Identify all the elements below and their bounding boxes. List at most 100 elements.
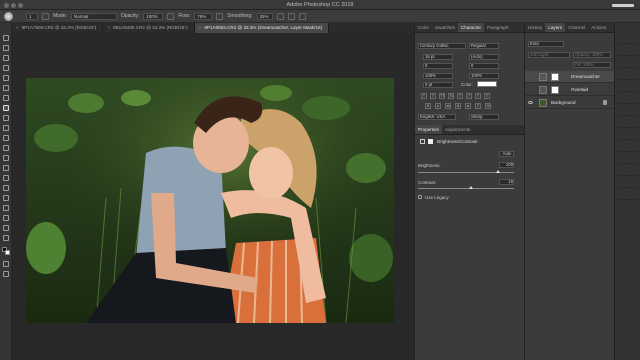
fractions-icon[interactable]: ½ xyxy=(485,103,491,109)
collapsed-panel-button[interactable] xyxy=(618,95,638,104)
tab-layers[interactable]: Layers xyxy=(545,23,566,32)
contrast-slider-knob[interactable] xyxy=(469,186,473,189)
move-tool-icon[interactable] xyxy=(3,35,9,41)
hand-tool-icon[interactable] xyxy=(3,215,9,221)
layer-mask-thumbnail[interactable] xyxy=(551,73,559,81)
eraser-tool-icon[interactable] xyxy=(3,135,9,141)
all-caps-icon[interactable]: TT xyxy=(439,93,445,99)
tab-character[interactable]: Character xyxy=(457,23,485,32)
auto-button[interactable]: Auto xyxy=(499,151,514,157)
gradient-tool-icon[interactable] xyxy=(3,145,9,151)
layer-opacity-field[interactable]: Opacity: 100% xyxy=(573,52,611,58)
smoothing-field[interactable]: 25% xyxy=(256,12,273,20)
collapsed-panel-button[interactable] xyxy=(618,191,638,200)
tab-channels[interactable]: Channel xyxy=(565,23,588,32)
pressure-opacity-icon[interactable] xyxy=(167,12,175,20)
zoom-tool-icon[interactable] xyxy=(3,225,9,231)
close-tab-icon[interactable]: × xyxy=(107,23,110,33)
screen-mode-icon[interactable] xyxy=(3,271,9,277)
small-caps-icon[interactable]: Tt xyxy=(448,93,454,99)
visibility-eye-icon[interactable] xyxy=(528,101,533,104)
font-style-select[interactable]: Regular xyxy=(469,43,499,49)
swash-icon[interactable]: st xyxy=(445,103,451,109)
stylistic-alternates-icon[interactable]: A xyxy=(455,103,461,109)
blend-mode-select[interactable]: Soft Light xyxy=(528,52,570,58)
tab-properties[interactable]: Properties xyxy=(415,125,442,134)
collapsed-panel-button[interactable] xyxy=(618,59,638,68)
dodge-tool-icon[interactable] xyxy=(3,165,9,171)
mode-select[interactable]: Normal xyxy=(70,12,117,20)
type-tool-icon[interactable] xyxy=(3,185,9,191)
path-select-tool-icon[interactable] xyxy=(3,195,9,201)
doc-tab-1[interactable]: × 9P1A7600.CR2 @ 33.3% (RGB/16*) xyxy=(12,23,104,33)
layer-fill-field[interactable]: Fill: 100% xyxy=(573,62,611,68)
close-tab-icon[interactable]: × xyxy=(16,23,19,33)
horizontal-scale-field[interactable]: 100% xyxy=(469,73,499,79)
collapsed-panel-button[interactable] xyxy=(618,47,638,56)
use-legacy-checkbox[interactable] xyxy=(418,195,422,199)
eyedropper-tool-icon[interactable] xyxy=(3,85,9,91)
tracking-field[interactable]: 0 xyxy=(469,63,499,69)
layer-name[interactable]: Background xyxy=(551,100,576,105)
faux-italic-icon[interactable]: T xyxy=(430,93,436,99)
tab-swatches[interactable]: Swatches xyxy=(432,23,458,32)
layer-name[interactable]: Dreamcatcher xyxy=(571,74,600,79)
leading-field[interactable]: (Auto) xyxy=(469,54,499,60)
font-size-field[interactable]: 16 pt xyxy=(423,54,453,60)
subscript-icon[interactable]: T xyxy=(466,93,472,99)
symmetry-icon[interactable] xyxy=(298,12,306,20)
ordinals-icon[interactable]: T xyxy=(475,103,481,109)
background-color-swatch[interactable] xyxy=(5,250,10,255)
crop-tool-icon[interactable] xyxy=(3,75,9,81)
marquee-tool-icon[interactable] xyxy=(3,45,9,51)
brightness-slider-knob[interactable] xyxy=(496,170,500,173)
airbrush-icon[interactable] xyxy=(216,12,224,20)
titling-alternates-icon[interactable]: a xyxy=(465,103,471,109)
collapsed-panel-button[interactable] xyxy=(618,107,638,116)
lasso-tool-icon[interactable] xyxy=(3,55,9,61)
smoothing-gear-icon[interactable] xyxy=(276,12,284,20)
flow-field[interactable]: 76% xyxy=(194,12,213,20)
brush-preset-icon[interactable] xyxy=(4,12,13,21)
brightness-value[interactable]: 100 xyxy=(499,162,514,168)
contrast-value[interactable]: 15 xyxy=(499,179,514,185)
collapsed-panel-button[interactable] xyxy=(618,119,638,128)
doc-tab-3[interactable]: × 9P1A0503.CR2 @ 33.3% (Dreamcatcher, Lay… xyxy=(194,23,330,33)
brush-tool-icon[interactable] xyxy=(3,105,9,111)
layer-mask-thumbnail[interactable] xyxy=(551,86,559,94)
quick-mask-icon[interactable] xyxy=(3,261,9,267)
collapsed-panel-button[interactable] xyxy=(618,71,638,80)
layer-name[interactable]: Overlaid xyxy=(571,87,588,92)
tab-color[interactable]: Color xyxy=(415,23,432,32)
pen-tool-icon[interactable] xyxy=(3,175,9,181)
tab-adjustments[interactable]: Adjustments xyxy=(442,125,473,134)
shape-tool-icon[interactable] xyxy=(3,205,9,211)
document-canvas[interactable] xyxy=(26,78,394,323)
collapsed-panel-button[interactable] xyxy=(618,143,638,152)
superscript-icon[interactable]: T xyxy=(457,93,463,99)
layer-row-overlaid[interactable]: Overlaid xyxy=(525,84,617,96)
healing-brush-tool-icon[interactable] xyxy=(3,95,9,101)
collapsed-panel-button[interactable] xyxy=(618,179,638,188)
faux-bold-icon[interactable]: T xyxy=(421,93,427,99)
collapsed-panel-button[interactable] xyxy=(618,35,638,44)
opacity-field[interactable]: 100% xyxy=(143,12,164,20)
quick-select-tool-icon[interactable] xyxy=(3,65,9,71)
kerning-field[interactable]: 0 xyxy=(423,63,453,69)
collapsed-panel-button[interactable] xyxy=(618,83,638,92)
brush-size-field[interactable]: 1 xyxy=(26,12,38,20)
vertical-scale-field[interactable]: 100% xyxy=(423,73,453,79)
baseline-shift-field[interactable]: 0 pt xyxy=(423,82,453,88)
blur-tool-icon[interactable] xyxy=(3,155,9,161)
layer-row-background[interactable]: Background xyxy=(525,97,617,109)
tab-history[interactable]: History xyxy=(525,23,545,32)
tab-actions[interactable]: Actions xyxy=(588,23,609,32)
language-select[interactable]: English: USA xyxy=(418,114,456,120)
brush-settings-icon[interactable] xyxy=(42,12,49,20)
pressure-size-icon[interactable] xyxy=(287,12,295,20)
close-tab-icon[interactable]: × xyxy=(199,23,202,33)
doc-tab-2[interactable]: × 9B1A8485.CR2 @ 33.3% (RGB/16*) xyxy=(103,23,195,33)
layer-row-dreamcatcher[interactable]: Dreamcatcher xyxy=(525,71,617,83)
layer-filter-select[interactable]: Kind xyxy=(528,41,564,47)
more-tools-icon[interactable] xyxy=(3,235,9,241)
